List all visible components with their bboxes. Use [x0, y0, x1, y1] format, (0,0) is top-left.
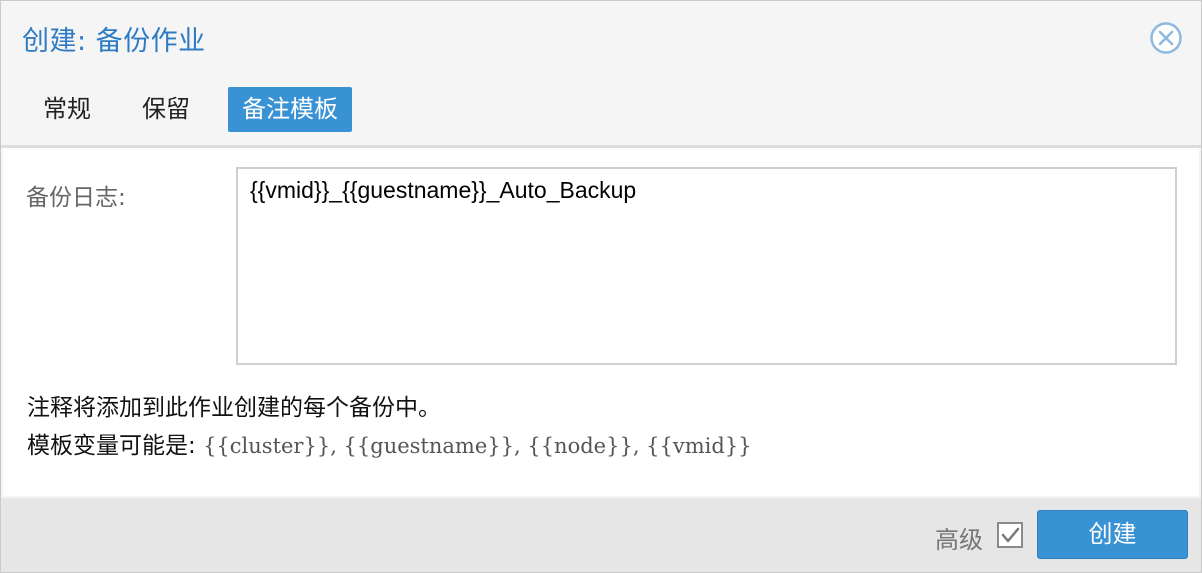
- tab-bar: 常规 保留 备注模板: [1, 75, 1201, 148]
- template-vars-list: {{cluster}}, {{guestname}}, {{node}}, {{…: [203, 434, 752, 458]
- tab-general[interactable]: 常规: [29, 87, 105, 132]
- dialog-title: 创建: 备份作业: [22, 26, 206, 57]
- template-vars-help: 模板变量可能是: {{cluster}}, {{guestname}}, {{n…: [27, 426, 752, 460]
- create-button[interactable]: 创建: [1037, 510, 1188, 559]
- dialog-footer: 高级 创建: [1, 498, 1201, 572]
- template-vars-prefix: 模板变量可能是:: [27, 433, 196, 459]
- notes-help-text: 注释将添加到此作业创建的每个备份中。: [27, 395, 441, 421]
- checkbox-checked-icon: [997, 522, 1023, 548]
- dialog-header: 创建: 备份作业: [1, 1, 1201, 75]
- tab-content: 备份日志: {{vmid}}_{{guestname}}_Auto_Backup…: [3, 148, 1199, 496]
- tab-retention[interactable]: 保留: [128, 87, 204, 132]
- tab-notes-template[interactable]: 备注模板: [228, 87, 352, 132]
- notes-textarea[interactable]: {{vmid}}_{{guestname}}_Auto_Backup: [236, 167, 1177, 365]
- advanced-checkbox[interactable]: [997, 522, 1023, 548]
- advanced-label: 高级: [935, 526, 983, 554]
- notes-label: 备份日志:: [26, 185, 126, 211]
- close-icon[interactable]: [1149, 21, 1183, 55]
- create-backup-job-dialog: 创建: 备份作业 常规 保留 备注模板 备份日志: {{vmid}}_{{gue…: [0, 0, 1202, 573]
